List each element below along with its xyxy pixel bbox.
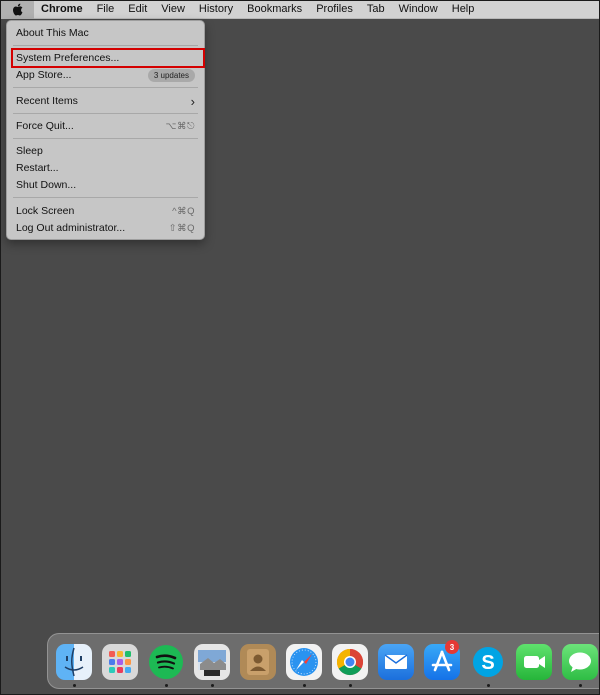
menu-profiles[interactable]: Profiles xyxy=(309,0,360,19)
system-preferences-item[interactable]: System Preferences... xyxy=(7,50,204,66)
shut-down-item[interactable]: Shut Down... xyxy=(7,177,204,193)
running-indicator xyxy=(303,684,306,687)
running-indicator xyxy=(165,684,168,687)
lock-screen-shortcut: ^⌘Q xyxy=(172,205,195,217)
running-indicator xyxy=(487,684,490,687)
messages-bubble-icon xyxy=(569,652,591,672)
menu-separator xyxy=(13,197,198,198)
contacts-person-icon xyxy=(247,649,269,675)
skype-logo-icon: S xyxy=(473,647,503,677)
chrome-icon[interactable] xyxy=(332,644,368,680)
menu-separator xyxy=(13,45,198,46)
app-store-item[interactable]: App Store... 3 updates xyxy=(7,67,204,83)
facetime-camera-icon xyxy=(524,656,545,668)
menu-chrome[interactable]: Chrome xyxy=(34,0,90,19)
force-quit-item[interactable]: Force Quit... ⌥⌘⎋ xyxy=(7,118,204,134)
running-indicator xyxy=(211,684,214,687)
menu-separator xyxy=(13,113,198,114)
updates-badge: 3 updates xyxy=(147,68,195,82)
finder-icon[interactable] xyxy=(56,644,92,680)
log-out-label: Log Out administrator... xyxy=(16,222,126,234)
apple-dropdown-menu: About This Mac System Preferences... App… xyxy=(6,20,205,240)
contacts-icon[interactable] xyxy=(240,644,276,680)
app-store-label: App Store... xyxy=(16,69,72,81)
svg-text:S: S xyxy=(481,652,494,674)
menu-bar: Chrome File Edit View History Bookmarks … xyxy=(0,0,600,19)
launchpad-icon[interactable] xyxy=(102,644,138,680)
running-indicator xyxy=(579,684,582,687)
log-out-item[interactable]: Log Out administrator... ⇧⌘Q xyxy=(7,220,204,236)
menu-tab[interactable]: Tab xyxy=(360,0,392,19)
safari-compass-icon xyxy=(290,648,318,676)
chrome-logo-icon xyxy=(336,648,364,676)
preview-icon[interactable] xyxy=(194,644,230,680)
chevron-right-icon: › xyxy=(190,93,195,109)
menu-window[interactable]: Window xyxy=(392,0,445,19)
messages-icon[interactable] xyxy=(562,644,598,680)
safari-icon[interactable] xyxy=(286,644,322,680)
sleep-label: Sleep xyxy=(16,145,43,157)
running-indicator xyxy=(349,684,352,687)
dock: 3 S xyxy=(47,633,600,689)
shut-down-label: Shut Down... xyxy=(16,179,77,191)
restart-label: Restart... xyxy=(16,162,59,174)
about-this-mac-label: About This Mac xyxy=(16,27,89,39)
recent-items-item[interactable]: Recent Items › xyxy=(7,93,204,109)
about-this-mac-item[interactable]: About This Mac xyxy=(7,25,204,41)
app-store-notification-badge: 3 xyxy=(445,640,459,654)
facetime-icon[interactable] xyxy=(516,644,552,680)
force-quit-shortcut: ⌥⌘⎋ xyxy=(165,120,195,132)
running-indicator xyxy=(73,684,76,687)
menu-bookmarks[interactable]: Bookmarks xyxy=(240,0,309,19)
menu-view[interactable]: View xyxy=(154,0,192,19)
apple-menu-button[interactable] xyxy=(0,0,34,19)
menu-history[interactable]: History xyxy=(192,0,240,19)
menu-separator xyxy=(13,138,198,139)
spotify-icon[interactable] xyxy=(148,644,184,680)
menu-separator xyxy=(13,87,198,88)
mail-envelope-icon xyxy=(384,654,408,669)
menu-file[interactable]: File xyxy=(90,0,122,19)
spotify-logo-icon xyxy=(149,645,183,679)
menu-edit[interactable]: Edit xyxy=(121,0,154,19)
lock-screen-label: Lock Screen xyxy=(16,205,75,217)
restart-item[interactable]: Restart... xyxy=(7,160,204,176)
skype-icon[interactable]: S xyxy=(470,644,506,680)
apple-icon xyxy=(12,3,22,15)
recent-items-label: Recent Items xyxy=(16,95,78,107)
launchpad-grid-icon xyxy=(109,651,131,673)
finder-face-icon xyxy=(64,647,84,677)
preview-photos-icon xyxy=(198,650,226,676)
force-quit-label: Force Quit... xyxy=(16,120,74,132)
menu-help[interactable]: Help xyxy=(445,0,482,19)
system-preferences-label: System Preferences... xyxy=(16,52,120,64)
log-out-shortcut: ⇧⌘Q xyxy=(168,222,195,234)
sleep-item[interactable]: Sleep xyxy=(7,143,204,159)
lock-screen-item[interactable]: Lock Screen ^⌘Q xyxy=(7,203,204,219)
mail-icon[interactable] xyxy=(378,644,414,680)
